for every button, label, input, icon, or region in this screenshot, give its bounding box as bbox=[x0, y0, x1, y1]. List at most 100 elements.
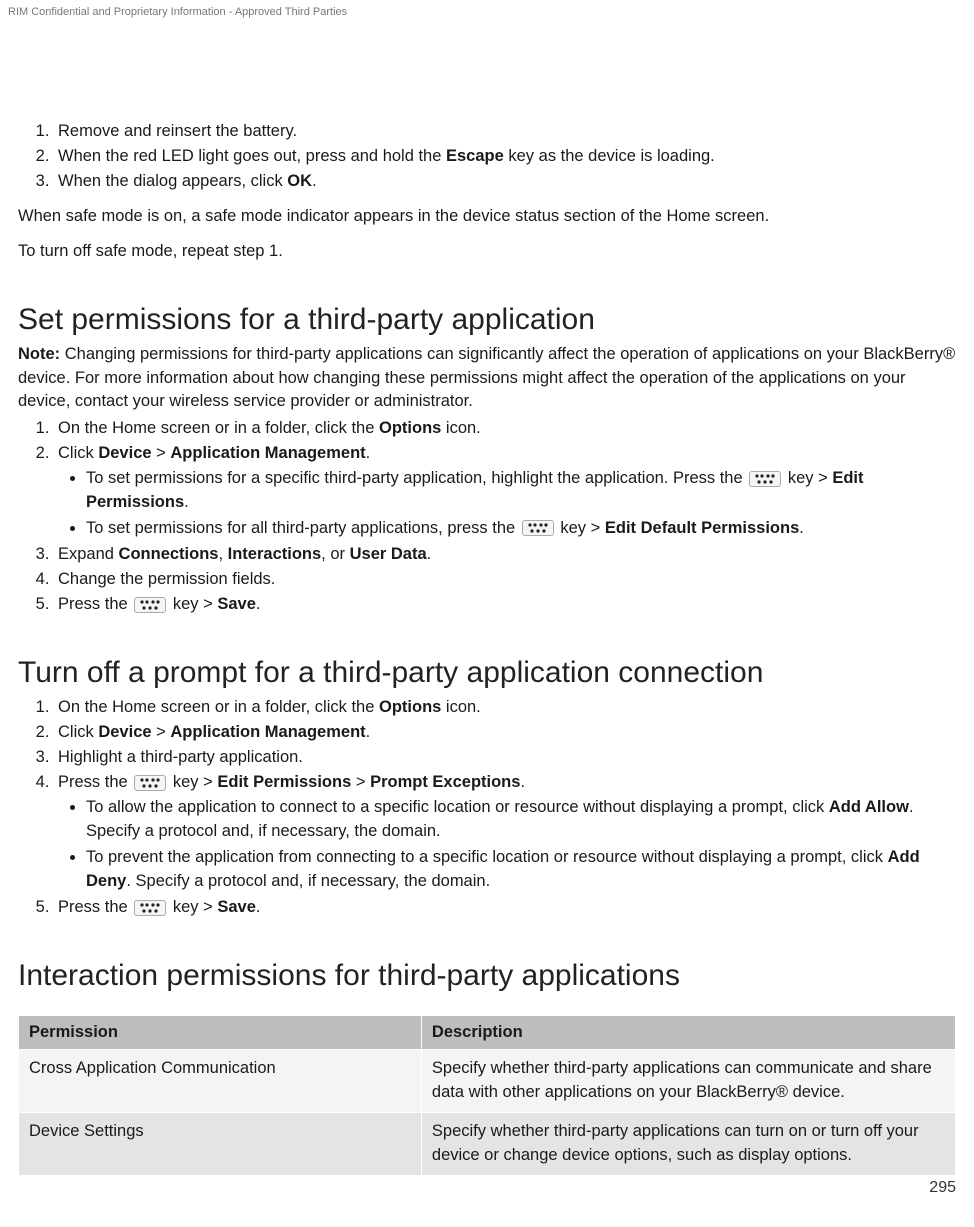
sep: , or bbox=[321, 545, 349, 563]
step-text: When the dialog appears, click bbox=[58, 172, 287, 190]
category-name: Interactions bbox=[228, 545, 322, 563]
step-text: On the Home screen or in a folder, click… bbox=[58, 419, 379, 437]
menu-key-icon bbox=[134, 900, 166, 916]
sublist: To allow the application to connect to a… bbox=[58, 796, 956, 894]
icon-name: Options bbox=[379, 419, 441, 437]
step-text: To set permissions for a specific third-… bbox=[86, 469, 747, 487]
step-text: . bbox=[366, 444, 371, 462]
safe-mode-turnoff-note: To turn off safe mode, repeat step 1. bbox=[18, 240, 956, 263]
menu-item: Application Management bbox=[170, 723, 365, 741]
turn-off-prompt-steps: On the Home screen or in a folder, click… bbox=[18, 696, 956, 919]
sep: > bbox=[152, 723, 171, 741]
step-text: Click bbox=[58, 723, 98, 741]
step-text: To prevent the application from connecti… bbox=[86, 848, 888, 866]
key-name: Escape bbox=[446, 147, 504, 165]
note-text: Changing permissions for third-party app… bbox=[18, 345, 955, 409]
permission-name: Cross Application Communication bbox=[19, 1050, 422, 1113]
list-item: Expand Connections, Interactions, or Use… bbox=[54, 543, 956, 566]
menu-item: Save bbox=[217, 898, 256, 916]
step-text: . bbox=[256, 898, 261, 916]
sep: , bbox=[218, 545, 227, 563]
section-heading-interaction-permissions: Interaction permissions for third-party … bbox=[18, 959, 956, 993]
permission-description: Specify whether third-party applications… bbox=[421, 1050, 955, 1113]
button-label: OK bbox=[287, 172, 312, 190]
list-item: Press the key > Save. bbox=[54, 896, 956, 919]
list-item: When the dialog appears, click OK. bbox=[54, 170, 956, 193]
step-text: icon. bbox=[441, 698, 480, 716]
confidential-header: RIM Confidential and Proprietary Informa… bbox=[8, 6, 347, 18]
list-item: To set permissions for all third-party a… bbox=[86, 517, 956, 541]
category-name: Connections bbox=[119, 545, 219, 563]
step-text: . bbox=[184, 493, 189, 511]
list-item: Click Device > Application Management. bbox=[54, 721, 956, 744]
step-text: key > bbox=[556, 519, 605, 537]
menu-key-icon bbox=[134, 775, 166, 791]
list-item: To set permissions for a specific third-… bbox=[86, 467, 956, 515]
step-text: Expand bbox=[58, 545, 119, 563]
table-header-permission: Permission bbox=[19, 1016, 422, 1050]
sublist: To set permissions for a specific third-… bbox=[58, 467, 956, 541]
list-item: Highlight a third-party application. bbox=[54, 746, 956, 769]
list-item: Press the key > Save. bbox=[54, 593, 956, 616]
menu-item: Prompt Exceptions bbox=[370, 773, 520, 791]
list-item: Click Device > Application Management. T… bbox=[54, 442, 956, 541]
step-text: key > bbox=[168, 595, 217, 613]
list-item: To allow the application to connect to a… bbox=[86, 796, 956, 844]
menu-item: Add Allow bbox=[829, 798, 909, 816]
safe-mode-indicator-note: When safe mode is on, a safe mode indica… bbox=[18, 205, 956, 228]
note-block: Note: Changing permissions for third-par… bbox=[18, 343, 956, 412]
permission-description: Specify whether third-party applications… bbox=[421, 1112, 955, 1175]
list-item: When the red LED light goes out, press a… bbox=[54, 145, 956, 168]
permissions-table: Permission Description Cross Application… bbox=[18, 1015, 956, 1176]
list-item: On the Home screen or in a folder, click… bbox=[54, 696, 956, 719]
menu-item: Edit Permissions bbox=[217, 773, 351, 791]
step-text: . bbox=[427, 545, 432, 563]
list-item: Press the key > Edit Permissions > Promp… bbox=[54, 771, 956, 894]
section-heading-turn-off-prompt: Turn off a prompt for a third-party appl… bbox=[18, 656, 956, 690]
set-permissions-steps: On the Home screen or in a folder, click… bbox=[18, 417, 956, 616]
list-item: On the Home screen or in a folder, click… bbox=[54, 417, 956, 440]
safe-mode-steps: Remove and reinsert the battery. When th… bbox=[18, 120, 956, 193]
step-text: . bbox=[520, 773, 525, 791]
step-text: . bbox=[312, 172, 317, 190]
step-text: . bbox=[366, 723, 371, 741]
step-text: key > bbox=[168, 773, 217, 791]
step-text: On the Home screen or in a folder, click… bbox=[58, 698, 379, 716]
menu-key-icon bbox=[134, 597, 166, 613]
step-text: To set permissions for all third-party a… bbox=[86, 519, 520, 537]
table-header-description: Description bbox=[421, 1016, 955, 1050]
step-text: To allow the application to connect to a… bbox=[86, 798, 829, 816]
menu-item: Device bbox=[98, 444, 151, 462]
step-text: Press the bbox=[58, 773, 132, 791]
menu-item: Application Management bbox=[170, 444, 365, 462]
permission-name: Device Settings bbox=[19, 1112, 422, 1175]
menu-key-icon bbox=[749, 471, 781, 487]
step-text: Change the permission fields. bbox=[58, 570, 275, 588]
step-text: key > bbox=[168, 898, 217, 916]
category-name: User Data bbox=[350, 545, 427, 563]
step-text: . Specify a protocol and, if necessary, … bbox=[126, 872, 490, 890]
list-item: To prevent the application from connecti… bbox=[86, 846, 956, 894]
sep: > bbox=[152, 444, 171, 462]
menu-item: Save bbox=[217, 595, 256, 613]
table-row: Cross Application Communication Specify … bbox=[19, 1050, 956, 1113]
step-text: icon. bbox=[441, 419, 480, 437]
section-heading-set-permissions: Set permissions for a third-party applic… bbox=[18, 303, 956, 337]
step-text: key as the device is loading. bbox=[504, 147, 715, 165]
sep: > bbox=[351, 773, 370, 791]
step-text: Press the bbox=[58, 898, 132, 916]
step-text: . bbox=[256, 595, 261, 613]
table-row: Device Settings Specify whether third-pa… bbox=[19, 1112, 956, 1175]
menu-item: Edit Default Permissions bbox=[605, 519, 799, 537]
page-number: 295 bbox=[929, 1179, 956, 1197]
step-text: . bbox=[799, 519, 804, 537]
icon-name: Options bbox=[379, 698, 441, 716]
menu-item: Device bbox=[98, 723, 151, 741]
note-label: Note: bbox=[18, 345, 60, 363]
step-text: When the red LED light goes out, press a… bbox=[58, 147, 446, 165]
step-text: Press the bbox=[58, 595, 132, 613]
menu-key-icon bbox=[522, 520, 554, 536]
step-text: key > bbox=[783, 469, 832, 487]
list-item: Change the permission fields. bbox=[54, 568, 956, 591]
step-text: Click bbox=[58, 444, 98, 462]
